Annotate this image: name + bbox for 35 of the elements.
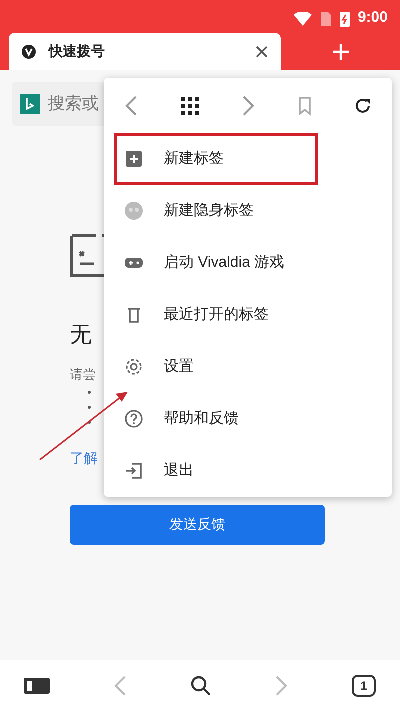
learn-more-link[interactable]: 了解 (70, 448, 98, 468)
menu-item[interactable]: 最近打开的标签 (114, 289, 382, 341)
close-icon[interactable] (255, 44, 269, 58)
panel-icon[interactable] (24, 678, 50, 694)
search-engine-icon (20, 94, 40, 114)
plus-square-icon (124, 149, 144, 169)
tab-counter[interactable]: 1 (352, 675, 376, 697)
exit-icon (124, 461, 144, 481)
back-icon[interactable] (124, 94, 138, 116)
menu-item[interactable]: 退出 (114, 445, 382, 497)
logo-icon (21, 44, 37, 60)
search-icon[interactable] (190, 675, 212, 697)
bookmark-icon[interactable] (298, 96, 312, 116)
forward-icon[interactable] (242, 94, 256, 116)
mask-icon (124, 201, 144, 221)
menu-item[interactable]: 帮助和反馈 (114, 393, 382, 445)
settings-icon (124, 357, 144, 377)
wifi-icon (294, 12, 312, 26)
reload-icon[interactable] (354, 96, 372, 114)
address-placeholder: 搜索或 (48, 93, 99, 116)
menu-item[interactable]: 新建标签 (114, 133, 318, 185)
error-title: 无 (70, 321, 92, 349)
error-hint: 请尝 (70, 366, 96, 384)
grid-icon[interactable] (180, 96, 200, 116)
plus-icon[interactable] (332, 42, 350, 60)
send-feedback-button[interactable]: 发送反馈 (70, 504, 325, 544)
menu-item[interactable]: 新建隐身标签 (114, 185, 382, 237)
help-icon (124, 409, 144, 429)
no-sim-icon (320, 10, 332, 26)
tab-title: 快速拨号 (49, 42, 106, 61)
menu-item[interactable]: 启动 Vivaldia 游戏 (114, 237, 382, 289)
battery-icon (340, 10, 350, 26)
clock: 9:00 (358, 8, 388, 28)
menu-item[interactable]: 设置 (114, 341, 382, 393)
browser-tab[interactable]: 快速拨号 (9, 33, 281, 70)
